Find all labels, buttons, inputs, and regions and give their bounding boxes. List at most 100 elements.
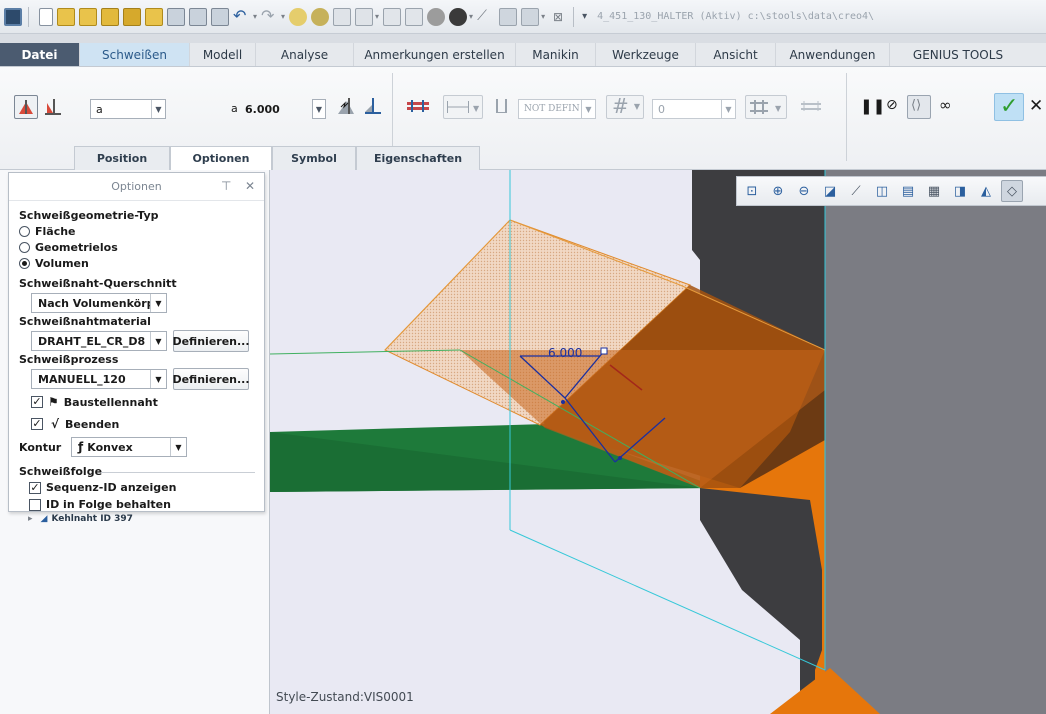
model-tree-icon[interactable] xyxy=(333,7,352,26)
site-weld-checkbox[interactable]: ✓ ⚑ Baustellennaht xyxy=(31,395,158,409)
open-icon[interactable] xyxy=(57,7,75,26)
display-style-icon[interactable]: ◫ xyxy=(871,180,893,202)
material-define-button[interactable]: Definieren... xyxy=(172,330,250,352)
layers-icon[interactable] xyxy=(405,7,424,26)
datum-display-icon[interactable]: ◨ xyxy=(949,180,971,202)
render-icon[interactable] xyxy=(449,7,468,26)
open-folder-4-icon[interactable] xyxy=(145,7,163,26)
tab-ansicht[interactable]: Ansicht xyxy=(696,43,776,66)
keep-id-checkbox[interactable]: ID in Folge behalten xyxy=(29,498,171,511)
sketch-icon[interactable] xyxy=(499,7,518,26)
refit-icon[interactable]: ⊡ xyxy=(741,180,763,202)
material-combo[interactable]: DRAHT_EL_CR_D8 ▼ xyxy=(31,331,167,351)
open-folder-3-icon[interactable] xyxy=(123,7,141,26)
combo-value: 6.000 xyxy=(245,102,280,116)
graphics-window[interactable]: 6.000 ⊡ ⊕ ⊖ ◪ ⟋ ◫ ▤ ▦ ◨ ◭ ◇ Style-Zustan… xyxy=(270,170,1046,714)
datum-dropdown-icon[interactable]: ▾ xyxy=(375,12,379,21)
pin-icon[interactable]: ⊤ xyxy=(221,179,231,193)
save-icon[interactable] xyxy=(167,7,185,26)
symbol-type-combo[interactable]: NOT DEFIN ▼ xyxy=(518,99,596,119)
new-icon[interactable] xyxy=(39,7,53,26)
tab-genius-tools[interactable]: GENIUS TOOLS xyxy=(890,43,1026,66)
repaint-icon[interactable]: ◪ xyxy=(819,180,841,202)
tab-optionen[interactable]: Optionen xyxy=(170,146,272,170)
process-combo[interactable]: MANUELL_120 ▼ xyxy=(31,369,167,389)
annotation-display-icon[interactable]: ◭ xyxy=(975,180,997,202)
spin-center-icon[interactable]: ⟋ xyxy=(845,180,867,202)
pitch-button[interactable] xyxy=(492,95,514,119)
undo-dropdown-icon[interactable]: ▾ xyxy=(253,12,257,21)
view-manager-icon[interactable]: ▦ xyxy=(923,180,945,202)
hash-button[interactable]: # ▼ xyxy=(606,94,644,119)
radio-flaeche[interactable]: Fläche xyxy=(19,225,76,238)
render-dropdown-icon[interactable]: ▾ xyxy=(469,12,473,21)
tools-icon[interactable] xyxy=(383,7,402,26)
preview-off-button[interactable]: ⊘ xyxy=(882,95,904,119)
model-tree-item[interactable]: ▸ ◢ Kehlnaht ID 397 xyxy=(28,514,133,524)
show-sequence-id-checkbox[interactable]: ✓ Sequenz-ID anzeigen xyxy=(29,481,176,494)
tab-datei[interactable]: Datei xyxy=(0,43,80,66)
zoom-out-icon[interactable]: ⊖ xyxy=(793,180,815,202)
save-backup-icon[interactable] xyxy=(211,7,229,26)
open-folder-2-icon[interactable] xyxy=(101,7,119,26)
no-preview-icon: ⊘ xyxy=(886,97,898,113)
cancel-button[interactable]: ✕ xyxy=(1026,95,1046,119)
regenerate-2-icon[interactable] xyxy=(311,7,330,26)
tab-werkzeuge[interactable]: Werkzeuge xyxy=(596,43,696,66)
verify-button[interactable]: ⟨⟩ xyxy=(907,95,931,119)
contour-label: Kontur xyxy=(19,441,62,454)
weld-symbol-button[interactable] xyxy=(405,95,433,119)
undo-icon[interactable]: ↶ xyxy=(233,7,251,26)
filter-icon[interactable]: ◇ xyxy=(1001,180,1023,202)
staggered-button[interactable]: ▼ xyxy=(745,95,787,119)
appearance-icon[interactable] xyxy=(427,7,446,26)
open-folder-icon[interactable] xyxy=(79,7,97,26)
combo-value: NOT DEFIN xyxy=(524,104,580,114)
weld-side-2-button[interactable] xyxy=(362,95,386,119)
customize-icon[interactable]: ▾ xyxy=(582,11,587,22)
fillet-weld-button[interactable] xyxy=(14,95,38,119)
tab-modell[interactable]: Modell xyxy=(190,43,256,66)
finish-checkbox[interactable]: ✓ √ Beenden xyxy=(31,417,119,431)
tab-anmerkungen-erstellen[interactable]: Anmerkungen erstellen xyxy=(354,43,516,66)
weld-side-button[interactable] xyxy=(335,95,359,119)
tab-position[interactable]: Position xyxy=(74,146,170,170)
saved-orientations-icon[interactable]: ▤ xyxy=(897,180,919,202)
a-dimension-input[interactable]: 6.000 ▼ xyxy=(240,99,326,119)
datum-icon[interactable] xyxy=(355,7,374,26)
groove-weld-button[interactable] xyxy=(42,95,66,119)
measure-icon[interactable]: ⟋ xyxy=(477,8,495,26)
process-define-button[interactable]: Definieren... xyxy=(172,368,250,390)
tab-symbol[interactable]: Symbol xyxy=(272,146,356,170)
app-icon[interactable] xyxy=(4,7,22,26)
windows-dropdown-icon[interactable]: ▾ xyxy=(541,12,545,21)
redo-dropdown-icon[interactable]: ▾ xyxy=(281,12,285,21)
expand-arrow-icon[interactable]: ▸ xyxy=(28,514,33,524)
dimension-label[interactable]: 6.000 xyxy=(548,346,582,360)
tab-anwendungen[interactable]: Anwendungen xyxy=(776,43,890,66)
tab-eigenschaften[interactable]: Eigenschaften xyxy=(356,146,480,170)
radio-volumen[interactable]: Volumen xyxy=(19,257,89,270)
windows-icon[interactable] xyxy=(521,7,540,26)
tab-schweissen[interactable]: Schweißen xyxy=(80,43,190,66)
ok-button[interactable]: ✓ xyxy=(994,93,1024,121)
zoom-in-icon[interactable]: ⊕ xyxy=(767,180,789,202)
tab-manikin[interactable]: Manikin xyxy=(516,43,596,66)
radio-geometrielos[interactable]: Geometrielos xyxy=(19,241,118,254)
pause-button[interactable]: ❚❚ xyxy=(855,95,885,119)
close-window-icon[interactable]: ⊠ xyxy=(549,8,567,26)
close-icon[interactable]: ✕ xyxy=(245,179,255,193)
contour-button[interactable] xyxy=(798,95,826,119)
weld-size-type-combo[interactable]: a ▼ xyxy=(90,99,166,119)
glasses-preview-button[interactable]: ∞ xyxy=(937,95,961,119)
count-combo[interactable]: 0 ▼ xyxy=(652,99,736,119)
tab-analyse[interactable]: Analyse xyxy=(256,43,354,66)
redo-icon[interactable]: ↷ xyxy=(261,7,279,26)
chevron-down-icon: ▼ xyxy=(170,438,186,456)
length-button[interactable]: ▼ xyxy=(443,95,483,119)
dimension-handle[interactable] xyxy=(600,347,608,355)
regenerate-icon[interactable] xyxy=(289,7,308,26)
contour-combo[interactable]: ƒ Konvex ▼ xyxy=(71,437,187,457)
cross-section-combo[interactable]: Nach Volumenkörper ▼ xyxy=(31,293,167,313)
save-copy-icon[interactable] xyxy=(189,7,207,26)
